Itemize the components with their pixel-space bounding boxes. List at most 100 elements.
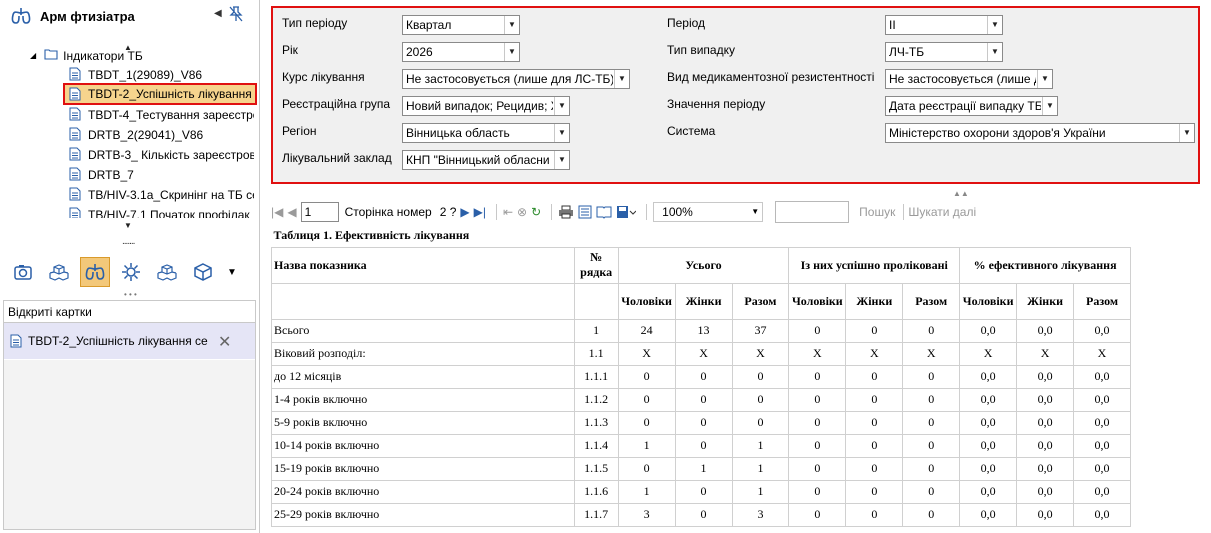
year-select[interactable]: 2026 ▼ [402,42,520,62]
tree-item-label: DRTB_2(29041)_V86 [88,127,204,142]
virus-icon[interactable] [116,257,146,287]
table-cell: 1 [731,456,790,481]
zoom-select[interactable]: 100% ▼ [653,202,764,222]
tree-item[interactable]: DRTB-3_ Кількість зареєстрова [69,145,257,164]
tree-item-selected[interactable]: TBDT-2_Успішність лікування с [63,83,257,105]
cubes-icon[interactable] [44,257,74,287]
first-page-icon[interactable]: |◀ [271,202,283,222]
resistance-select[interactable]: Не застосовується (лише д ▼ [885,69,1053,89]
col-men: Чоловіки [959,282,1018,320]
open-card-item[interactable]: TBDT-2_Успішність лікування сері ✕ [4,323,255,359]
table-cell: 0 [731,387,790,412]
close-icon[interactable]: ✕ [218,332,231,352]
chevron-down-icon[interactable]: ▼ [504,16,519,34]
page-setup-icon[interactable] [596,202,612,222]
page-number-input[interactable]: 1 [300,202,339,222]
facility-select[interactable]: КНП "Вінницький обласни ▼ [402,150,570,170]
find-next-button[interactable]: Шукати далі [908,202,976,222]
col-total: Разом [1073,282,1131,320]
chevron-down-icon[interactable]: ▼ [987,16,1002,34]
document-icon [69,127,83,142]
tree-item[interactable]: TB/HIV-7.1 Початок профілак [69,205,257,218]
find-button[interactable]: Пошук [859,202,895,222]
table-cell: 0 [674,410,733,435]
next-page-icon[interactable]: ▶ [460,202,469,222]
period-value-select[interactable]: Дата реєстрації випадку ТБ ▼ [885,96,1058,116]
page-layout-icon[interactable] [578,202,592,222]
table-cell: 0,0 [1016,410,1075,435]
document-icon [69,187,83,202]
period-type-select[interactable]: Квартал ▼ [402,15,520,35]
table-row: 20-24 років включно 1.1.6 1 0 1 0 0 0 0,0 0,0 0,0 [271,479,1131,504]
row-number: 1.1 [573,341,619,366]
cubes-stack-icon[interactable] [152,257,182,287]
row-number: 1.1.6 [573,479,619,504]
case-type-select[interactable]: ЛЧ-ТБ ▼ [885,42,1003,62]
chevron-down-icon[interactable]: ▼ [987,43,1002,61]
collapse-filter-icon[interactable]: ▲▲ [953,189,969,198]
row-name: Всього [271,318,575,343]
row-name: 25-29 років включно [271,502,575,527]
table-cell: 0 [788,502,847,527]
stop-icon[interactable]: ⊗ [517,202,527,222]
chevron-down-icon[interactable]: ▼ [1037,70,1052,88]
table-cell: 0,0 [959,502,1018,527]
tree-item[interactable]: DRTB_2(29041)_V86 [69,125,257,144]
chevron-down-icon[interactable]: ▼ [554,97,569,115]
collapse-left-icon[interactable]: ◀ [214,8,222,19]
prev-page-icon[interactable]: ◀ [287,202,296,222]
table-cell: 0 [731,364,790,389]
tree-item[interactable]: TBDT_1(29089)_V86 [69,65,257,84]
tree-folder[interactable]: ◢ Індикатори ТБ [30,46,143,65]
camera-icon[interactable] [8,257,38,287]
last-page-icon[interactable]: ▶| [474,202,486,222]
col-women: Жінки [674,282,733,320]
table-cell: 3 [731,502,790,527]
chevron-down-icon[interactable]: ▼ [554,151,569,169]
table-cell: 0 [902,318,961,343]
pin-icon[interactable] [229,6,243,25]
back-icon[interactable]: ⇤ [503,202,513,222]
chevron-down-icon[interactable]: ▼ [504,43,519,61]
region-select[interactable]: Вінницька область ▼ [402,123,570,143]
indicator-tree: ◢ Індикатори ТБ TBDT_1(29089)_V86 TBDT-2… [0,42,258,218]
resistance-label: Вид медикаментозної резистентності [667,70,875,84]
tree-item[interactable]: TB/HIV-3.1a_Скринінг на ТБ се [69,185,257,204]
registration-group-label: Реєстраційна група [282,97,391,111]
left-panel: Арм фтизіатра ◀ ▲ ◢ Індикатори ТБ TBDT_1… [0,0,260,533]
expand-arrow-icon[interactable]: ◢ [30,51,36,60]
system-select[interactable]: Міністерство охорони здоров'я України ▼ [885,123,1195,143]
row-name: Віковий розподіл: [271,341,575,366]
export-icon[interactable] [616,202,637,222]
tree-scroll-down-icon[interactable]: ▼ [124,221,132,230]
chevron-down-icon[interactable]: ▼ [1179,124,1194,142]
resize-dots[interactable]: ....... [122,236,135,247]
splitter-grip[interactable]: • • • [124,290,137,299]
table-cell: X [1016,341,1075,366]
table-caption: Таблиця 1. Ефективність лікування [273,228,470,243]
chevron-down-icon[interactable]: ▼ [554,124,569,142]
chevron-down-icon[interactable]: ▼ [751,203,759,221]
chevron-down-icon[interactable]: ▼ [1042,97,1057,115]
refresh-icon[interactable]: ↻ [531,202,541,222]
more-dropdown-icon[interactable]: ▼ [224,257,240,287]
chevron-down-icon[interactable]: ▼ [614,70,629,88]
lungs-icon[interactable] [80,257,110,287]
table-cell: 0 [617,410,676,435]
row-number: 1 [573,318,619,343]
cube-icon[interactable] [188,257,218,287]
tree-item[interactable]: DRTB_7 [69,165,257,184]
row-number: 1.1.3 [573,410,619,435]
tree-item-label: TB/HIV-7.1 Початок профілак [88,207,250,219]
find-input[interactable] [775,201,850,223]
period-select[interactable]: II ▼ [885,15,1003,35]
treatment-course-select[interactable]: Не застосовується (лише для ЛС-ТБ) ▼ [402,69,630,89]
table-cell: 0,0 [1073,318,1131,343]
table-cell: 0,0 [959,364,1018,389]
col-total: Разом [731,282,790,320]
registration-group-select[interactable]: Новий випадок; Рецидив; Ж ▼ [402,96,570,116]
print-icon[interactable] [558,202,574,222]
table-cell: 0 [845,364,904,389]
table-cell: 0,0 [959,456,1018,481]
tree-item[interactable]: TBDT-4_Тестування зареєстро [69,105,257,124]
